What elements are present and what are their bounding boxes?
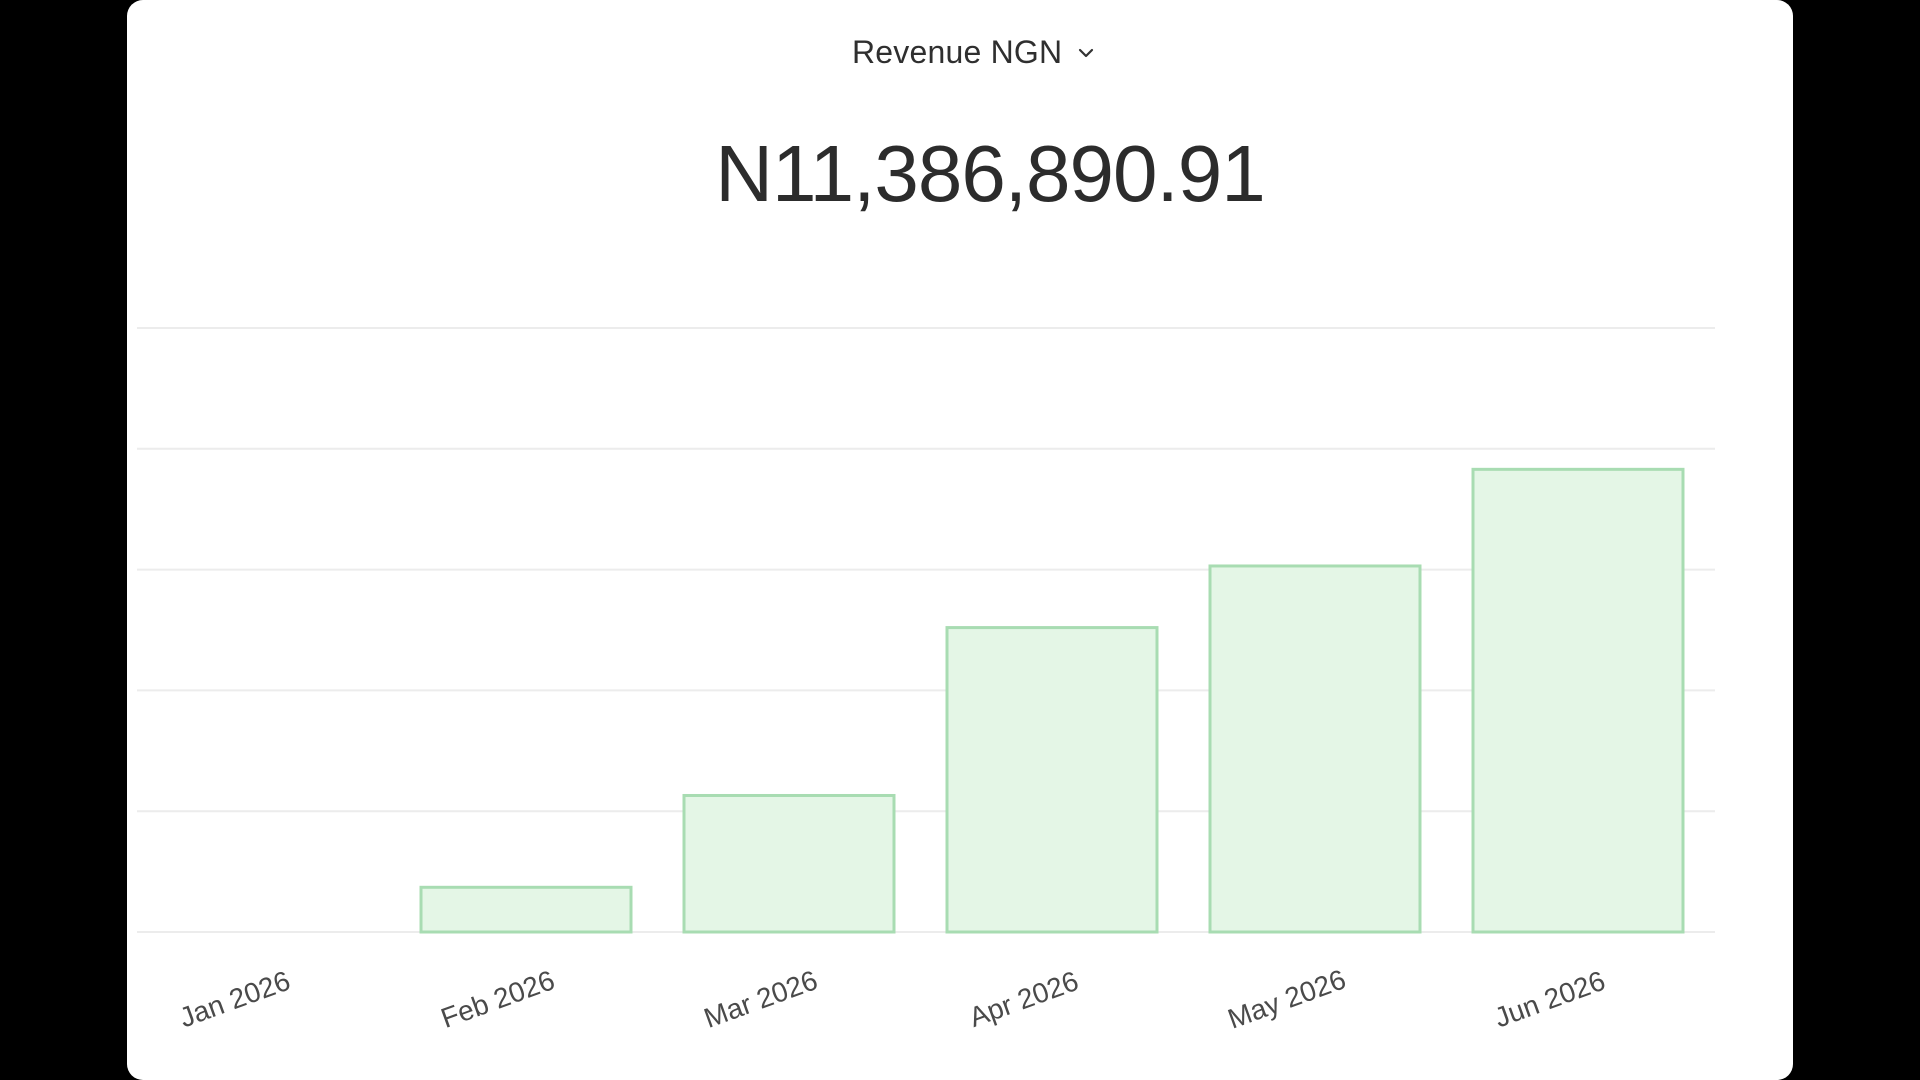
revenue-bar-chart: Jan 2026 Feb 2026 Mar 2026 Apr 2026 May 2026…: [137, 327, 1715, 1035]
chart-card: Revenue NGN N11,386,890.91 Jan 2026 Feb 2…: [127, 0, 1793, 1080]
x-tick-label: Feb 2026: [437, 964, 559, 1034]
bar-apr-2026[interactable]: [945, 626, 1159, 934]
bar-feb-2026[interactable]: [419, 885, 633, 934]
bar-mar-2026[interactable]: [682, 793, 896, 934]
x-tick-label: Mar 2026: [700, 964, 822, 1034]
x-tick-label: Jan 2026: [175, 965, 294, 1034]
x-tick-label: Apr 2026: [965, 965, 1082, 1033]
x-tick-label: Jun 2026: [1490, 965, 1609, 1034]
bar-jun-2026[interactable]: [1471, 467, 1685, 934]
bar-may-2026[interactable]: [1208, 564, 1422, 934]
x-tick-label: May 2026: [1224, 963, 1350, 1034]
